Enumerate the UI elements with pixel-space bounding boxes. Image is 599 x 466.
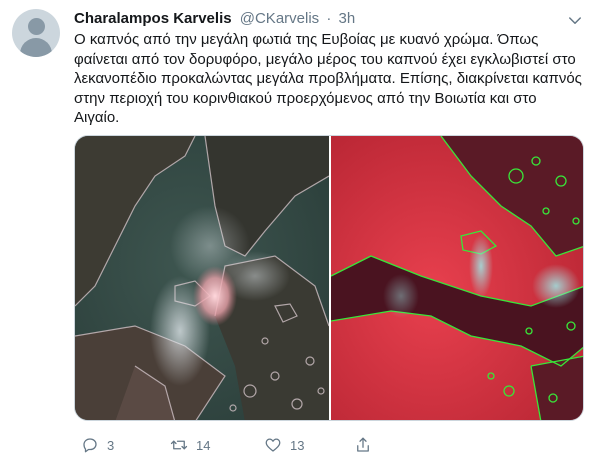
author-name[interactable]: Charalampos Karvelis [74,10,232,27]
satellite-image-false-color[interactable] [331,136,584,421]
tweet-text: Ο καπνός από την μεγάλη φωτιά της Ευβοία… [74,31,582,126]
tweet-actions: 3 14 13 [74,434,584,458]
tweet-media[interactable] [74,135,584,421]
retweet-count: 14 [196,437,211,453]
tweet-timestamp[interactable]: 3h [339,10,356,27]
tweet-header: Charalampos Karvelis @CKarvelis · 3h [74,9,355,29]
satellite-image-natural-color[interactable] [75,136,329,421]
heart-icon [265,438,281,452]
chevron-down-icon[interactable] [566,12,584,30]
like-button[interactable]: 13 [264,434,304,456]
header-separator: · [326,10,332,27]
avatar-body-shape [20,38,52,57]
share-button[interactable] [354,434,372,456]
avatar-head-shape [28,18,45,35]
avatar[interactable] [12,9,60,57]
share-icon [357,437,369,452]
retweet-icon [170,440,188,450]
reply-count: 3 [107,437,115,453]
author-handle[interactable]: @CKarvelis [240,10,319,27]
retweet-button[interactable]: 14 [170,434,210,456]
reply-icon [83,438,97,453]
like-count: 13 [290,437,305,453]
reply-button[interactable]: 3 [81,434,114,456]
tweet-card[interactable]: Charalampos Karvelis @CKarvelis · 3h Ο κ… [0,0,599,466]
